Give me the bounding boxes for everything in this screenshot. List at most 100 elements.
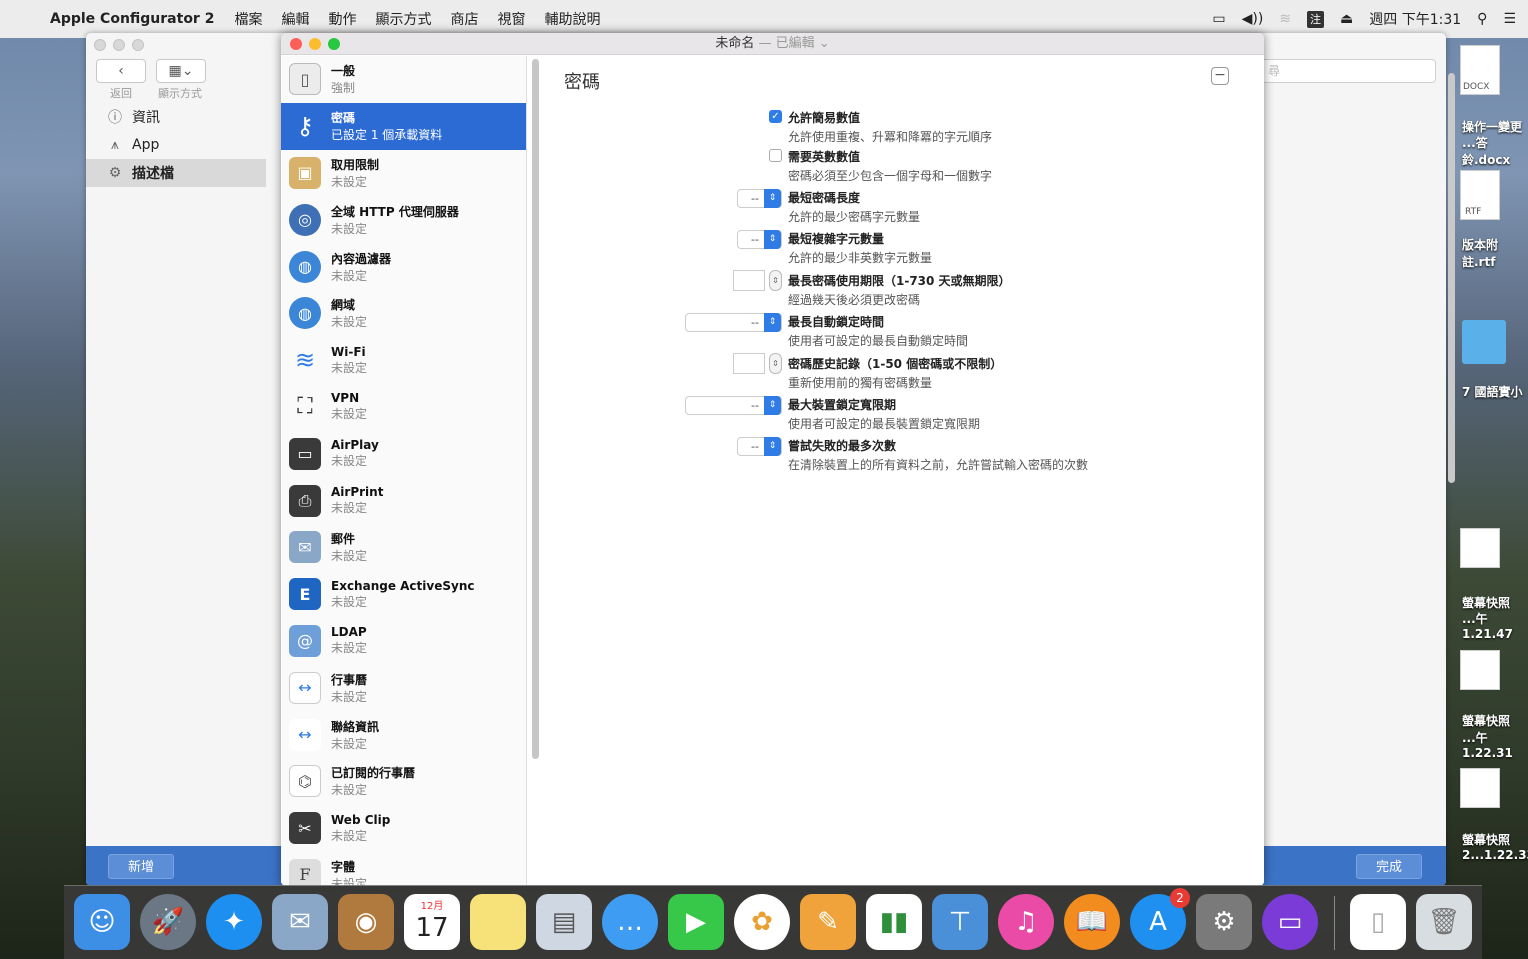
input-method-icon[interactable]: 注 xyxy=(1307,10,1325,28)
payload-item-http-proxy[interactable]: ◎ 全域 HTTP 代理伺服器 未設定 xyxy=(281,196,526,243)
ibooks-icon[interactable]: 📖 xyxy=(1064,894,1120,950)
airplay-display-icon[interactable]: ▭ xyxy=(1212,11,1225,27)
menu-store[interactable]: 商店 xyxy=(450,9,478,29)
keynote-icon[interactable]: ⊤ xyxy=(932,894,988,950)
messages-icon[interactable]: … xyxy=(602,894,658,950)
max-failed-attempts-popup[interactable]: -- ⇕ xyxy=(737,437,782,456)
payload-item-contacts[interactable]: ↔ 聯絡資訊 未設定 xyxy=(281,711,526,758)
screenshot-file-icon[interactable] xyxy=(1460,528,1500,568)
trash-icon[interactable]: 🗑 xyxy=(1416,894,1472,950)
payload-item-airprint[interactable]: ⎙ AirPrint 未設定 xyxy=(281,477,526,524)
system-preferences-icon[interactable]: ⚙ xyxy=(1196,894,1252,950)
passcode-history-stepper[interactable]: ⇕ xyxy=(769,353,782,374)
mail-app-icon[interactable]: ✉ xyxy=(272,894,328,950)
passcode-history-field[interactable] xyxy=(733,353,765,374)
desktop-icon-label[interactable]: 螢幕快照 xyxy=(1462,712,1510,729)
document-icon[interactable]: ▯ xyxy=(1350,894,1406,950)
numbers-icon[interactable]: ▮▮ xyxy=(866,894,922,950)
desktop-icon-label[interactable]: 2...1.22.33 xyxy=(1462,848,1528,862)
payload-item-ldap[interactable]: @ LDAP 未設定 xyxy=(281,618,526,665)
max-grace-period-popup[interactable]: -- ⇕ xyxy=(685,396,782,415)
max-passcode-age-stepper[interactable]: ⇕ xyxy=(769,270,782,291)
sidebar-item-profiles[interactable]: ⚙ 描述檔 xyxy=(86,159,266,187)
payload-item-mail[interactable]: ✉ 郵件 未設定 xyxy=(281,524,526,571)
payload-item-subscribed-calendars[interactable]: ⌬ 已訂閱的行事曆 未設定 xyxy=(281,758,526,805)
done-button[interactable]: 完成 xyxy=(1356,854,1422,879)
payload-item-vpn[interactable]: ⛶ VPN 未設定 xyxy=(281,384,526,431)
payload-item-domains[interactable]: ◍ 網域 未設定 xyxy=(281,290,526,337)
docx-file-icon[interactable]: DOCX xyxy=(1460,45,1500,95)
background-window-controls xyxy=(94,39,144,51)
spotlight-search-icon[interactable]: ⚲ xyxy=(1477,11,1487,27)
search-input[interactable]: 尋 xyxy=(1261,59,1436,83)
desktop-icon-label[interactable]: 7 國語實小 xyxy=(1462,383,1523,400)
popup-value: -- xyxy=(751,233,759,246)
menu-clock[interactable]: 週四 下午1:31 xyxy=(1369,9,1461,29)
min-complex-chars-popup[interactable]: -- ⇕ xyxy=(737,230,782,249)
desktop-icon-label[interactable]: 版本附註.rtf xyxy=(1462,236,1528,270)
payload-list: ▯ 一般 強制 ⚷ 密碼 已設定 1 個承載資料 ▣ 取用限制 未設定 ◎ 全域 HTTP 代… xyxy=(281,56,527,886)
apple-configurator-icon[interactable]: ▭ xyxy=(1262,894,1318,950)
desktop-icon-label[interactable]: ...午1.21.47 xyxy=(1462,610,1528,641)
max-auto-lock-popup[interactable]: -- ⇕ xyxy=(685,313,782,332)
desktop-icon-label[interactable]: 螢幕快照 xyxy=(1462,831,1510,848)
photos-icon[interactable]: ✿ xyxy=(734,894,790,950)
require-alphanumeric-checkbox[interactable] xyxy=(769,149,782,162)
finder-icon[interactable]: ☺ xyxy=(74,894,130,950)
desktop-icon-label[interactable]: ...午1.22.31 xyxy=(1462,729,1528,760)
launchpad-icon[interactable]: 🚀 xyxy=(140,894,196,950)
menu-file[interactable]: 檔案 xyxy=(234,9,262,29)
payload-item-general[interactable]: ▯ 一般 強制 xyxy=(281,56,526,103)
menu-edit[interactable]: 編輯 xyxy=(281,9,309,29)
facetime-icon[interactable]: ▶ xyxy=(668,894,724,950)
app-menu[interactable]: Apple Configurator 2 xyxy=(50,11,214,27)
notification-center-icon[interactable]: ☰ xyxy=(1503,11,1516,27)
minimize-window-button[interactable] xyxy=(309,38,321,50)
preview-icon[interactable]: ▤ xyxy=(536,894,592,950)
payload-item-wifi[interactable]: ≋ Wi-Fi 未設定 xyxy=(281,337,526,384)
payload-item-passcode[interactable]: ⚷ 密碼 已設定 1 個承載資料 xyxy=(281,102,526,150)
app-store-icon[interactable]: A2 xyxy=(1130,888,1190,950)
rtf-file-icon[interactable]: RTF xyxy=(1460,170,1500,220)
close-window-button[interactable] xyxy=(290,38,302,50)
itunes-icon[interactable]: ♫ xyxy=(998,894,1054,950)
screenshot-file-icon[interactable] xyxy=(1460,650,1500,690)
desktop-icon-label[interactable]: 螢幕快照 xyxy=(1462,594,1510,611)
desktop-icon-label[interactable]: 操作一變更 xyxy=(1462,118,1522,135)
allow-simple-value-checkbox[interactable]: ✓ xyxy=(769,110,782,123)
menu-view[interactable]: 顯示方式 xyxy=(375,9,431,29)
contacts-app-icon[interactable]: ◉ xyxy=(338,894,394,950)
wifi-status-icon[interactable]: ≋ xyxy=(1279,11,1291,27)
remove-payload-button[interactable]: − xyxy=(1211,67,1229,85)
menu-window[interactable]: 視窗 xyxy=(497,9,525,29)
payload-list-scrollbar[interactable] xyxy=(532,59,539,759)
min-passcode-length-popup[interactable]: -- ⇕ xyxy=(737,189,782,208)
view-options-button[interactable]: ▦⌄ xyxy=(156,59,206,83)
payload-item-airplay[interactable]: ▭ AirPlay 未設定 xyxy=(281,430,526,477)
payload-item-exchange[interactable]: E Exchange ActiveSync 未設定 xyxy=(281,571,526,618)
sidebar-item-info[interactable]: ⓘ 資訊 xyxy=(86,103,266,131)
payload-item-restrictions[interactable]: ▣ 取用限制 未設定 xyxy=(281,150,526,197)
calendar-app-icon[interactable]: 12月 17 xyxy=(404,894,460,950)
window-title-status[interactable]: — 已編輯 ⌄ xyxy=(758,36,829,51)
max-passcode-age-field[interactable] xyxy=(733,270,765,291)
payload-item-calendar[interactable]: ↔ 行事曆 未設定 xyxy=(281,664,526,711)
back-button[interactable]: ‹ xyxy=(96,59,146,83)
add-button[interactable]: 新增 xyxy=(108,854,174,879)
payload-item-fonts[interactable]: F 字體 未設定 xyxy=(281,852,526,886)
pages-icon[interactable]: ✎ xyxy=(800,894,856,950)
sidebar-item-app[interactable]: ⩚ App xyxy=(86,131,266,159)
menu-help[interactable]: 輔助說明 xyxy=(544,9,600,29)
payload-item-content-filter[interactable]: ◍ 內容過濾器 未設定 xyxy=(281,243,526,290)
background-scrollbar[interactable] xyxy=(1448,73,1455,483)
folder-icon[interactable] xyxy=(1462,320,1506,364)
safari-icon[interactable]: ✦ xyxy=(206,894,262,950)
menu-actions[interactable]: 動作 xyxy=(328,9,356,29)
eject-icon[interactable]: ⏏ xyxy=(1340,11,1353,27)
desktop-icon-label[interactable]: ...答鈴.docx xyxy=(1462,134,1528,168)
notes-icon[interactable] xyxy=(470,894,526,950)
payload-item-web-clip[interactable]: ✂ Web Clip 未設定 xyxy=(281,805,526,852)
volume-icon[interactable]: ◀)) xyxy=(1242,11,1264,27)
screenshot-file-icon[interactable] xyxy=(1460,768,1500,808)
zoom-window-button[interactable] xyxy=(328,38,340,50)
